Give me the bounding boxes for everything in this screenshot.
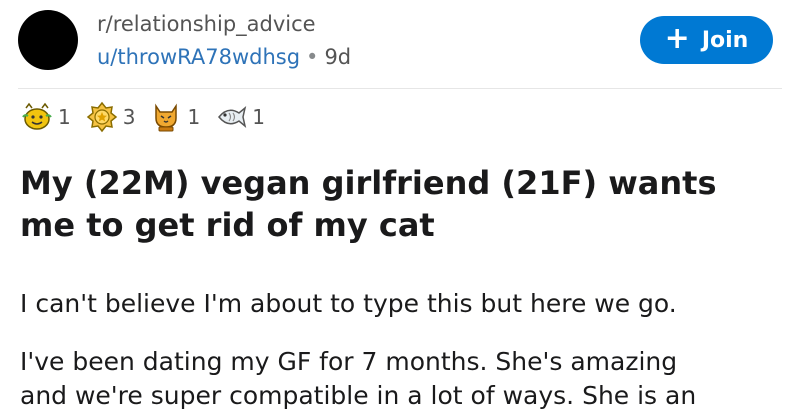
- separator-dot: •: [306, 45, 319, 69]
- join-label: Join: [701, 27, 749, 53]
- wholesome-award-icon: [22, 102, 52, 130]
- post-body-paragraph: I can't believe I'm about to type this b…: [20, 289, 677, 318]
- post-age: 9d: [324, 45, 352, 69]
- award-gold[interactable]: 3: [85, 100, 136, 134]
- author-username[interactable]: u/throwRA78wdhsg: [97, 45, 300, 69]
- award-count: 1: [252, 105, 265, 129]
- subreddit-name[interactable]: r/relationship_advice: [97, 10, 351, 38]
- award-count: 1: [58, 105, 71, 129]
- post-body-paragraph-2: I've been dating my GF for 7 months. She…: [20, 345, 790, 413]
- award-count: 1: [187, 105, 201, 129]
- post-body-line: I've been dating my GF for 7 months. She…: [20, 347, 678, 376]
- author-line: u/throwRA78wdhsg • 9d: [97, 42, 351, 72]
- join-button[interactable]: + Join: [640, 16, 773, 64]
- award-count: 3: [122, 105, 136, 129]
- post-body-line: and we're super compatible in a lot of w…: [20, 381, 697, 410]
- award-fish[interactable]: 1: [214, 100, 265, 134]
- plus-icon: +: [664, 20, 690, 56]
- cat-award-icon: [155, 103, 178, 132]
- post-title[interactable]: My (22M) vegan girlfriend (21F) wants me…: [20, 162, 780, 246]
- post-avatar[interactable]: [18, 10, 78, 70]
- fish-award-icon: [218, 106, 247, 128]
- award-cat[interactable]: 1: [149, 100, 200, 134]
- gold-medal-award-icon: [86, 101, 117, 133]
- post-meta: r/relationship_advice u/throwRA78wdhsg • 9…: [97, 10, 351, 72]
- award-wholesome[interactable]: 1: [20, 100, 71, 134]
- awards-row: 1 3 1 1: [20, 100, 279, 134]
- divider: [18, 88, 782, 89]
